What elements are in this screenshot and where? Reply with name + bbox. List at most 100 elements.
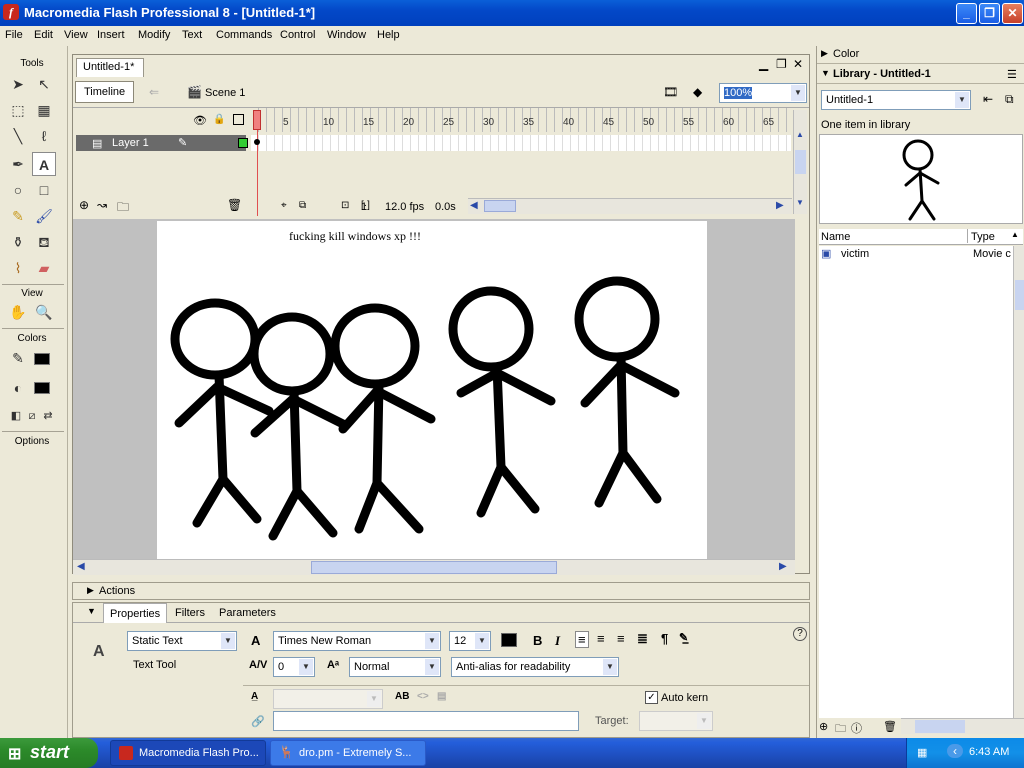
- menu-help[interactable]: Help: [377, 29, 400, 41]
- zoom-tool-icon[interactable]: 🔍: [32, 300, 56, 324]
- text-color-swatch[interactable]: [501, 633, 517, 647]
- library-vscroll[interactable]: [1013, 246, 1024, 718]
- expand-arrow-icon[interactable]: ▶: [87, 585, 94, 596]
- menu-view[interactable]: View: [64, 29, 88, 41]
- eye-icon[interactable]: 👁: [193, 114, 207, 127]
- stage[interactable]: fucking kill windows xp !!!: [157, 221, 707, 561]
- restore-button[interactable]: ❐: [979, 3, 1000, 24]
- selection-tool-icon[interactable]: ➤: [6, 72, 30, 96]
- scroll-left-icon[interactable]: ◀: [470, 200, 478, 211]
- column-type[interactable]: Type: [971, 231, 995, 243]
- hand-tool-icon[interactable]: ✋: [6, 300, 30, 324]
- library-hscroll[interactable]: [901, 718, 1024, 734]
- delete-layer-icon[interactable]: 🗑: [227, 198, 242, 212]
- tray-expand-icon[interactable]: ‹: [947, 744, 963, 758]
- zoom-select[interactable]: 100% ▼: [719, 83, 807, 103]
- swap-colors-icon[interactable]: ⇄: [36, 404, 60, 428]
- help-icon[interactable]: ?: [793, 627, 807, 641]
- pencil-tool-icon[interactable]: ✎: [6, 204, 30, 228]
- ink-bottle-icon[interactable]: ⚱: [6, 230, 30, 254]
- menu-window[interactable]: Window: [327, 29, 366, 41]
- pen-tool-icon[interactable]: ✒: [6, 152, 30, 176]
- font-select[interactable]: Times New Roman ▼: [273, 631, 441, 651]
- add-guide-icon[interactable]: ↝: [97, 198, 107, 212]
- timeline-button[interactable]: Timeline: [75, 81, 135, 103]
- column-name[interactable]: Name: [821, 231, 850, 243]
- new-symbol-icon[interactable]: ⊕: [819, 720, 828, 733]
- library-vscroll-thumb[interactable]: [1015, 280, 1024, 310]
- menu-insert[interactable]: Insert: [97, 29, 125, 41]
- character-position-select[interactable]: Normal ▼: [349, 657, 441, 677]
- fill-color-swatch[interactable]: [34, 382, 50, 394]
- stage-hscroll[interactable]: ◀ ▶: [73, 559, 795, 575]
- eraser-tool-icon[interactable]: ▰: [32, 256, 56, 280]
- doc-restore-icon[interactable]: ❐: [776, 57, 787, 71]
- start-button[interactable]: ⊞ start: [0, 738, 98, 768]
- tab-properties[interactable]: Properties: [103, 603, 168, 623]
- menu-control[interactable]: Control: [280, 29, 315, 41]
- text-options-icon[interactable]: ✎̲: [679, 631, 688, 644]
- menu-commands[interactable]: Commands: [216, 29, 272, 41]
- color-panel-header[interactable]: ▶ Color: [817, 46, 1024, 64]
- free-transform-icon[interactable]: ⬚: [6, 98, 30, 122]
- bold-icon[interactable]: B: [533, 633, 542, 648]
- paragraph-icon[interactable]: ¶: [661, 631, 668, 646]
- frame-grid[interactable]: [251, 135, 791, 151]
- scroll-thumb[interactable]: [484, 200, 516, 212]
- edit-multiple-icon[interactable]: ⊡: [341, 200, 349, 211]
- add-folder-icon[interactable]: 🗀: [117, 198, 129, 219]
- text-tool-icon[interactable]: A: [32, 152, 56, 176]
- outline-color-icon[interactable]: [238, 138, 248, 148]
- stage-hscroll-thumb[interactable]: [311, 561, 557, 574]
- html-icon[interactable]: <>: [417, 691, 429, 702]
- library-list[interactable]: [819, 262, 1013, 718]
- eyedropper-tool-icon[interactable]: ⌇: [6, 256, 30, 280]
- paint-bucket-icon[interactable]: ⛾: [32, 230, 56, 254]
- outline-icon[interactable]: [233, 114, 244, 125]
- font-size-field[interactable]: 12 ▼: [449, 631, 491, 651]
- url-field[interactable]: [273, 711, 579, 731]
- stage-area[interactable]: fucking kill windows xp !!!: [73, 219, 795, 561]
- add-layer-icon[interactable]: ⊕: [79, 198, 89, 212]
- edit-scene-icon[interactable]: 🎞: [663, 85, 678, 99]
- tab-filters[interactable]: Filters: [175, 607, 205, 619]
- align-center-icon[interactable]: ≡: [597, 631, 605, 646]
- new-folder-icon[interactable]: 🗀: [835, 720, 846, 739]
- menu-text[interactable]: Text: [182, 29, 202, 41]
- align-left-icon[interactable]: ≡: [575, 631, 589, 648]
- library-select[interactable]: Untitled-1 ▼: [821, 90, 971, 110]
- doc-close-icon[interactable]: ✕: [793, 57, 803, 71]
- pin-library-icon[interactable]: ⇤: [983, 92, 993, 106]
- library-item[interactable]: ▣ victim Movie c: [819, 246, 1013, 262]
- actions-panel[interactable]: ▶ Actions: [72, 582, 810, 600]
- task-dro[interactable]: 🦌 dro.pm - Extremely S...: [270, 740, 426, 766]
- minimize-button[interactable]: _: [956, 3, 977, 24]
- stick-figures-drawing[interactable]: [157, 221, 707, 561]
- layer-row[interactable]: ▤ Layer 1 ✎: [76, 135, 248, 151]
- menu-modify[interactable]: Modify: [138, 29, 170, 41]
- back-arrow-icon[interactable]: ⇐: [149, 85, 159, 99]
- justify-icon[interactable]: ≣: [637, 631, 648, 647]
- brush-tool-icon[interactable]: 🖌: [32, 204, 56, 228]
- menu-file[interactable]: File: [5, 29, 23, 41]
- task-flash[interactable]: Macromedia Flash Pro...: [110, 740, 266, 766]
- gradient-transform-icon[interactable]: ▦: [32, 98, 56, 122]
- selectable-icon[interactable]: A̲: [251, 691, 258, 702]
- properties-icon[interactable]: ⓘ: [851, 720, 862, 736]
- menu-edit[interactable]: Edit: [34, 29, 53, 41]
- tab-parameters[interactable]: Parameters: [219, 607, 276, 619]
- panel-menu-icon[interactable]: ☰: [1007, 68, 1017, 81]
- render-html-icon[interactable]: AB: [395, 691, 409, 702]
- letter-spacing-field[interactable]: 0 ▼: [273, 657, 315, 677]
- collapse-arrow-icon[interactable]: ▼: [87, 606, 96, 616]
- line-tool-icon[interactable]: ╲: [6, 124, 30, 148]
- document-tab[interactable]: Untitled-1*: [76, 58, 144, 77]
- stroke-color-swatch[interactable]: [34, 353, 50, 365]
- lasso-tool-icon[interactable]: ℓ: [32, 124, 56, 148]
- lock-icon[interactable]: 🔒: [213, 114, 225, 125]
- auto-kern-checkbox[interactable]: ✓: [645, 691, 658, 704]
- collapse-arrow-icon[interactable]: ▼: [821, 68, 830, 78]
- antialias-select[interactable]: Anti-alias for readability ▼: [451, 657, 619, 677]
- new-library-icon[interactable]: ⧉: [1005, 92, 1014, 107]
- text-type-select[interactable]: Static Text ▼: [127, 631, 237, 651]
